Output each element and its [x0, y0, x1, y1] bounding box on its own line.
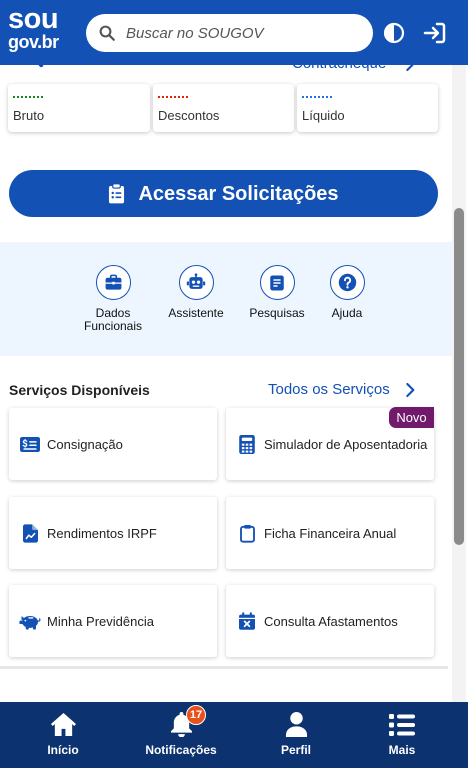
quick-link-assistente[interactable]: Assistente — [158, 265, 234, 320]
quick-link-dados-funcionais[interactable]: Dados Funcionais — [75, 265, 151, 333]
service-card-label: Consignação — [47, 437, 123, 452]
acessar-solicitacoes-button[interactable]: Acessar Solicitações — [9, 170, 438, 217]
service-card-label: Consulta Afastamentos — [264, 614, 398, 629]
service-card-label: Ficha Financeira Anual — [264, 526, 397, 541]
quick-link-label: Pesquisas — [249, 306, 305, 320]
briefcase-icon — [95, 265, 131, 300]
nav-item-perfil[interactable]: Perfil — [251, 702, 341, 768]
dotted-value-mask — [158, 96, 188, 98]
dotted-value-mask — [302, 96, 332, 98]
all-services-link[interactable]: Todos os Serviços — [268, 381, 390, 399]
bottom-navigation: Início 17 Notificações Perfil Mais — [0, 702, 468, 768]
section-divider — [0, 666, 448, 669]
sign-in-icon[interactable] — [423, 21, 447, 45]
summary-card-label: Bruto — [13, 108, 45, 123]
file-chart-icon — [19, 523, 41, 543]
nav-item-label: Notificações — [145, 743, 217, 757]
service-card-minha-previdencia[interactable]: Minha Previdência — [9, 585, 217, 657]
service-card-rendimentos-irpf[interactable]: Rendimentos IRPF — [9, 497, 217, 569]
service-card-simulador-aposentadoria[interactable]: Novo Simulador de Aposentadoria — [226, 407, 434, 480]
scrollbar-thumb[interactable] — [454, 208, 464, 545]
piggy-bank-icon — [19, 611, 41, 631]
contrast-icon[interactable] — [382, 21, 406, 45]
money-icon — [19, 434, 41, 454]
search-bar[interactable] — [86, 14, 373, 52]
service-card-label: Simulador de Aposentadoria — [264, 437, 428, 452]
home-icon — [18, 711, 108, 738]
app-header: sou gov.br — [0, 0, 468, 65]
summary-card-label: Líquido — [302, 108, 345, 123]
summary-card-descontos[interactable]: Descontos — [153, 84, 294, 132]
quick-link-label: Assistente — [168, 306, 224, 320]
summary-card-liquido[interactable]: Líquido — [297, 84, 438, 132]
calculator-icon — [236, 434, 258, 454]
question-icon — [329, 265, 365, 300]
service-card-label: Minha Previdência — [47, 614, 154, 629]
robot-icon — [178, 265, 214, 300]
services-title: Serviços Disponíveis — [9, 382, 150, 398]
service-card-ficha-financeira[interactable]: Ficha Financeira Anual — [226, 497, 434, 569]
calendar-x-icon — [236, 611, 258, 631]
nav-item-inicio[interactable]: Início — [18, 702, 108, 768]
summary-card-bruto[interactable]: Bruto — [8, 84, 150, 132]
service-card-consulta-afastamentos[interactable]: Consulta Afastamentos — [226, 585, 434, 657]
service-card-consignacao[interactable]: Consignação — [9, 408, 217, 480]
nav-item-label: Perfil — [280, 743, 311, 757]
chevron-right-icon[interactable] — [402, 382, 418, 398]
clipboard-icon — [236, 523, 258, 543]
user-icon — [251, 711, 341, 738]
quick-link-ajuda[interactable]: Ajuda — [309, 265, 385, 320]
logo-text-bottom: gov.br — [8, 32, 59, 52]
service-card-label: Rendimentos IRPF — [47, 526, 157, 541]
survey-icon — [259, 265, 295, 300]
bell-icon — [136, 711, 226, 738]
nav-item-label: Mais — [388, 743, 416, 757]
nav-item-label: Início — [47, 743, 79, 757]
nav-item-mais[interactable]: Mais — [357, 702, 447, 768]
dotted-value-mask — [13, 96, 43, 98]
quick-link-label: Dados Funcionais — [83, 306, 143, 333]
search-icon — [98, 24, 116, 42]
search-input[interactable] — [126, 20, 362, 46]
summary-card-label: Descontos — [158, 108, 220, 123]
sougov-logo[interactable]: sou gov.br — [8, 3, 59, 53]
nav-item-notificacoes[interactable]: 17 Notificações — [136, 702, 226, 768]
menu-icon — [357, 711, 447, 738]
logo-text-top: sou — [8, 3, 59, 35]
acessar-solicitacoes-label: Acessar Solicitações — [138, 182, 339, 205]
notification-count-badge: 17 — [186, 705, 206, 725]
quick-link-label: Ajuda — [331, 306, 363, 320]
quick-link-pesquisas[interactable]: Pesquisas — [239, 265, 315, 320]
clipboard-list-icon — [108, 183, 125, 204]
new-badge: Novo — [389, 407, 434, 428]
